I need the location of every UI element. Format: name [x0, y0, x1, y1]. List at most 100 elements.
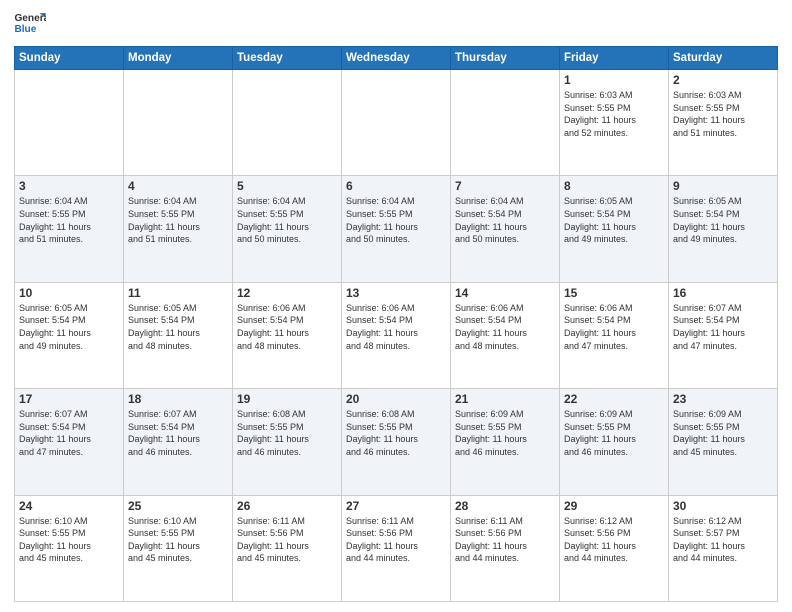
day-info: Sunrise: 6:12 AM Sunset: 5:56 PM Dayligh…	[564, 515, 664, 565]
day-info: Sunrise: 6:06 AM Sunset: 5:54 PM Dayligh…	[564, 302, 664, 352]
day-info: Sunrise: 6:06 AM Sunset: 5:54 PM Dayligh…	[455, 302, 555, 352]
calendar-cell: 5Sunrise: 6:04 AM Sunset: 5:55 PM Daylig…	[233, 176, 342, 282]
header-friday: Friday	[560, 47, 669, 70]
day-info: Sunrise: 6:04 AM Sunset: 5:55 PM Dayligh…	[19, 195, 119, 245]
day-info: Sunrise: 6:11 AM Sunset: 5:56 PM Dayligh…	[455, 515, 555, 565]
calendar-cell: 13 Sunrise: 6:06 AM Sunset: 5:54 PM Dayli…	[342, 282, 451, 388]
header-saturday: Saturday	[669, 47, 778, 70]
day-number: 15	[564, 286, 664, 300]
calendar-cell	[15, 70, 124, 176]
week-row-1: 1Sunrise: 6:03 AM Sunset: 5:55 PM Daylig…	[15, 70, 778, 176]
day-number: 16	[673, 286, 773, 300]
calendar-cell: 10 Sunrise: 6:05 AM Sunset: 5:54 PM Dayli…	[15, 282, 124, 388]
calendar-cell: 26 Sunrise: 6:11 AM Sunset: 5:56 PM Dayli…	[233, 495, 342, 601]
day-number: 5	[237, 179, 337, 193]
calendar-cell: 25 Sunrise: 6:10 AM Sunset: 5:55 PM Dayli…	[124, 495, 233, 601]
calendar-cell: 15 Sunrise: 6:06 AM Sunset: 5:54 PM Dayli…	[560, 282, 669, 388]
header-sunday: Sunday	[15, 47, 124, 70]
day-number: 12	[237, 286, 337, 300]
day-info: Sunrise: 6:07 AM Sunset: 5:54 PM Dayligh…	[19, 408, 119, 458]
day-number: 24	[19, 499, 119, 513]
day-number: 4	[128, 179, 228, 193]
day-number: 7	[455, 179, 555, 193]
day-info: Sunrise: 6:05 AM Sunset: 5:54 PM Dayligh…	[19, 302, 119, 352]
week-row-2: 3Sunrise: 6:04 AM Sunset: 5:55 PM Daylig…	[15, 176, 778, 282]
page: General Blue SundayMondayTuesdayWednesda…	[0, 0, 792, 612]
calendar-header-row: SundayMondayTuesdayWednesdayThursdayFrid…	[15, 47, 778, 70]
calendar-cell	[124, 70, 233, 176]
calendar-cell: 3Sunrise: 6:04 AM Sunset: 5:55 PM Daylig…	[15, 176, 124, 282]
day-info: Sunrise: 6:06 AM Sunset: 5:54 PM Dayligh…	[237, 302, 337, 352]
day-number: 2	[673, 73, 773, 87]
day-info: Sunrise: 6:05 AM Sunset: 5:54 PM Dayligh…	[128, 302, 228, 352]
logo-icon: General Blue	[14, 10, 46, 38]
day-number: 17	[19, 392, 119, 406]
week-row-4: 17 Sunrise: 6:07 AM Sunset: 5:54 PM Dayli…	[15, 389, 778, 495]
week-row-5: 24 Sunrise: 6:10 AM Sunset: 5:55 PM Dayli…	[15, 495, 778, 601]
day-info: Sunrise: 6:06 AM Sunset: 5:54 PM Dayligh…	[346, 302, 446, 352]
header-thursday: Thursday	[451, 47, 560, 70]
calendar-cell: 7 Sunrise: 6:04 AM Sunset: 5:54 PM Daylig…	[451, 176, 560, 282]
calendar-cell: 20 Sunrise: 6:08 AM Sunset: 5:55 PM Dayli…	[342, 389, 451, 495]
header-wednesday: Wednesday	[342, 47, 451, 70]
calendar-cell: 11 Sunrise: 6:05 AM Sunset: 5:54 PM Dayli…	[124, 282, 233, 388]
day-number: 19	[237, 392, 337, 406]
calendar-cell: 16 Sunrise: 6:07 AM Sunset: 5:54 PM Dayli…	[669, 282, 778, 388]
day-info: Sunrise: 6:11 AM Sunset: 5:56 PM Dayligh…	[237, 515, 337, 565]
day-number: 29	[564, 499, 664, 513]
calendar-cell: 18Sunrise: 6:07 AM Sunset: 5:54 PM Dayli…	[124, 389, 233, 495]
calendar-cell	[233, 70, 342, 176]
day-number: 9	[673, 179, 773, 193]
day-info: Sunrise: 6:09 AM Sunset: 5:55 PM Dayligh…	[455, 408, 555, 458]
calendar-cell: 22 Sunrise: 6:09 AM Sunset: 5:55 PM Dayli…	[560, 389, 669, 495]
day-info: Sunrise: 6:10 AM Sunset: 5:55 PM Dayligh…	[128, 515, 228, 565]
day-number: 13	[346, 286, 446, 300]
day-number: 30	[673, 499, 773, 513]
week-row-3: 10 Sunrise: 6:05 AM Sunset: 5:54 PM Dayli…	[15, 282, 778, 388]
day-number: 20	[346, 392, 446, 406]
day-info: Sunrise: 6:05 AM Sunset: 5:54 PM Dayligh…	[564, 195, 664, 245]
day-number: 26	[237, 499, 337, 513]
day-number: 8	[564, 179, 664, 193]
day-info: Sunrise: 6:04 AM Sunset: 5:55 PM Dayligh…	[346, 195, 446, 245]
day-number: 11	[128, 286, 228, 300]
calendar-cell: 4 Sunrise: 6:04 AM Sunset: 5:55 PM Daylig…	[124, 176, 233, 282]
day-number: 6	[346, 179, 446, 193]
day-info: Sunrise: 6:08 AM Sunset: 5:55 PM Dayligh…	[346, 408, 446, 458]
day-info: Sunrise: 6:11 AM Sunset: 5:56 PM Dayligh…	[346, 515, 446, 565]
calendar-cell: 8 Sunrise: 6:05 AM Sunset: 5:54 PM Daylig…	[560, 176, 669, 282]
day-number: 21	[455, 392, 555, 406]
calendar-cell: 19Sunrise: 6:08 AM Sunset: 5:55 PM Dayli…	[233, 389, 342, 495]
day-number: 1	[564, 73, 664, 87]
calendar-cell	[342, 70, 451, 176]
calendar-cell: 9 Sunrise: 6:05 AM Sunset: 5:54 PM Daylig…	[669, 176, 778, 282]
day-info: Sunrise: 6:10 AM Sunset: 5:55 PM Dayligh…	[19, 515, 119, 565]
calendar-cell: 12 Sunrise: 6:06 AM Sunset: 5:54 PM Dayli…	[233, 282, 342, 388]
calendar-cell	[451, 70, 560, 176]
header: General Blue	[14, 10, 778, 38]
day-number: 22	[564, 392, 664, 406]
day-info: Sunrise: 6:05 AM Sunset: 5:54 PM Dayligh…	[673, 195, 773, 245]
day-number: 25	[128, 499, 228, 513]
day-info: Sunrise: 6:07 AM Sunset: 5:54 PM Dayligh…	[128, 408, 228, 458]
day-number: 27	[346, 499, 446, 513]
day-number: 10	[19, 286, 119, 300]
calendar-cell: 14 Sunrise: 6:06 AM Sunset: 5:54 PM Dayli…	[451, 282, 560, 388]
calendar-cell: 24 Sunrise: 6:10 AM Sunset: 5:55 PM Dayli…	[15, 495, 124, 601]
day-info: Sunrise: 6:07 AM Sunset: 5:54 PM Dayligh…	[673, 302, 773, 352]
calendar-cell: 27 Sunrise: 6:11 AM Sunset: 5:56 PM Dayli…	[342, 495, 451, 601]
calendar-table: SundayMondayTuesdayWednesdayThursdayFrid…	[14, 46, 778, 602]
calendar-cell: 1Sunrise: 6:03 AM Sunset: 5:55 PM Daylig…	[560, 70, 669, 176]
calendar-cell: 2Sunrise: 6:03 AM Sunset: 5:55 PM Daylig…	[669, 70, 778, 176]
calendar-cell: 29 Sunrise: 6:12 AM Sunset: 5:56 PM Dayli…	[560, 495, 669, 601]
logo: General Blue	[14, 10, 50, 38]
calendar-cell: 28Sunrise: 6:11 AM Sunset: 5:56 PM Dayli…	[451, 495, 560, 601]
header-tuesday: Tuesday	[233, 47, 342, 70]
day-info: Sunrise: 6:04 AM Sunset: 5:55 PM Dayligh…	[128, 195, 228, 245]
calendar-cell: 23Sunrise: 6:09 AM Sunset: 5:55 PM Dayli…	[669, 389, 778, 495]
day-info: Sunrise: 6:09 AM Sunset: 5:55 PM Dayligh…	[564, 408, 664, 458]
day-info: Sunrise: 6:09 AM Sunset: 5:55 PM Dayligh…	[673, 408, 773, 458]
day-info: Sunrise: 6:04 AM Sunset: 5:54 PM Dayligh…	[455, 195, 555, 245]
day-number: 14	[455, 286, 555, 300]
calendar-cell: 21 Sunrise: 6:09 AM Sunset: 5:55 PM Dayli…	[451, 389, 560, 495]
